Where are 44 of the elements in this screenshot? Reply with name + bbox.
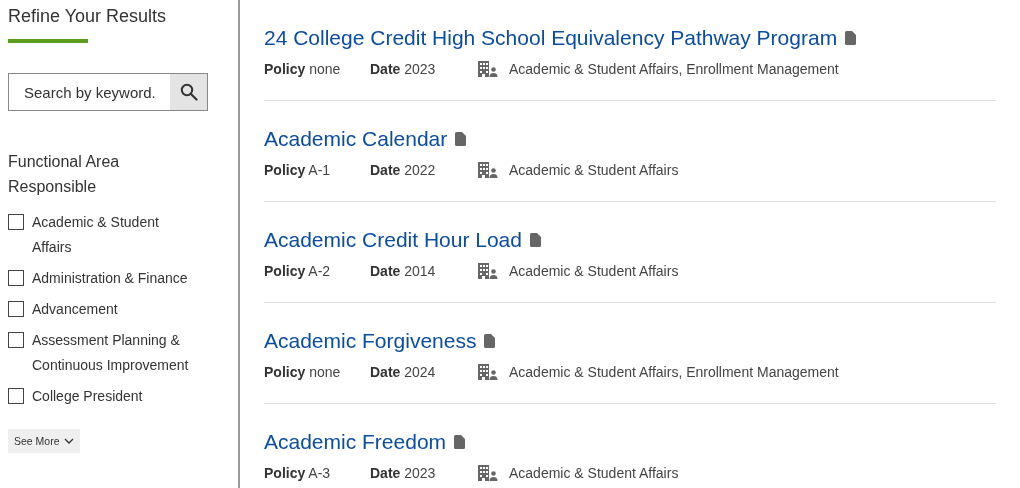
policy-text: Policy A-1 (264, 162, 332, 178)
policy-text: Policy none (264, 364, 342, 380)
checkbox[interactable] (8, 301, 24, 317)
sidebar-heading: Refine Your Results (8, 5, 168, 28)
document-icon (845, 31, 857, 45)
checkbox[interactable] (8, 332, 24, 348)
policy-text: Policy A-3 (264, 465, 332, 481)
building-person-icon (478, 263, 498, 279)
result-title-link[interactable]: Academic Forgiveness (264, 329, 477, 353)
checkbox-label[interactable]: College President (32, 384, 192, 409)
filter-group-title: Functional Area Responsible (8, 152, 121, 197)
building-person-icon (478, 364, 498, 380)
document-icon (484, 334, 496, 348)
date-text: Date 2024 (370, 364, 437, 380)
checkbox[interactable] (8, 270, 24, 286)
date-text: Date 2023 (370, 61, 437, 77)
policy-text: Policy none (264, 61, 342, 77)
functional-areas-text: Academic & Student Affairs, Enrollment Management (509, 364, 839, 380)
building-person-icon (478, 61, 498, 77)
result-title-link[interactable]: Academic Freedom (264, 430, 447, 454)
document-icon (529, 233, 541, 247)
result-title-link[interactable]: Academic Credit Hour Load (264, 228, 522, 252)
functional-areas-text: Academic & Student Affairs (509, 465, 679, 481)
building-person-icon (478, 465, 498, 481)
date-text: Date 2023 (370, 465, 437, 481)
chevron-down-icon (63, 437, 74, 445)
functional-areas-text: Academic & Student Affairs (509, 263, 679, 279)
functional-areas-text: Academic & Student Affairs, Enrollment Management (509, 61, 839, 77)
checkbox-label[interactable]: Administration & Finance (32, 266, 192, 291)
checkbox[interactable] (8, 388, 24, 404)
document-icon (454, 435, 466, 449)
date-text: Date 2022 (370, 162, 437, 178)
building-person-icon (478, 162, 498, 178)
see-more-button[interactable]: See More (8, 429, 80, 453)
checkbox-label[interactable]: Advancement (32, 297, 192, 322)
document-icon (455, 132, 467, 146)
checkbox-label[interactable]: Academic & Student Affairs (32, 210, 192, 260)
result-title-link[interactable]: Academic Calendar (264, 127, 448, 151)
policy-text: Policy A-2 (264, 263, 332, 279)
checkbox[interactable] (8, 214, 24, 230)
functional-areas-text: Academic & Student Affairs (509, 162, 679, 178)
checkbox-label[interactable]: Assessment Planning & Continuous Improvement (32, 328, 192, 378)
result-title-link[interactable]: 24 College Credit High School Equivalency Pathway Program (264, 26, 838, 50)
date-text: Date 2014 (370, 263, 437, 279)
